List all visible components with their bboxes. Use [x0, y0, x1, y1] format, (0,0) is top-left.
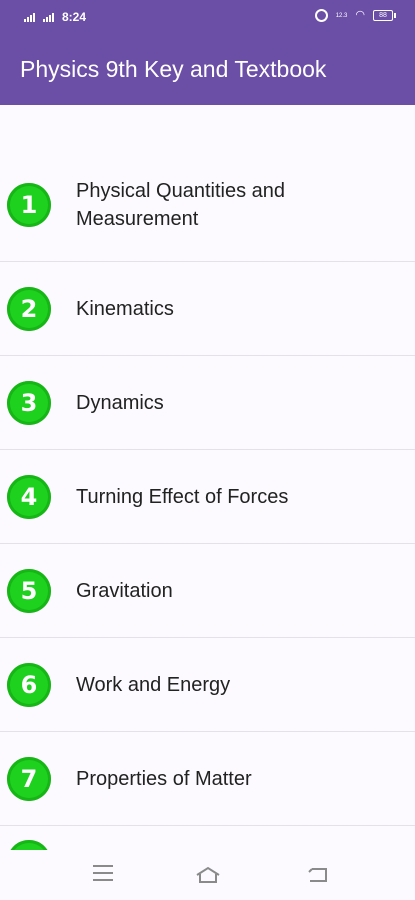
chapter-item-3[interactable]: 3 Dynamics: [0, 356, 415, 450]
menu-icon[interactable]: [93, 865, 117, 885]
system-nav-bar: [0, 850, 415, 900]
chapter-number-badge: 6: [7, 662, 51, 707]
chapter-number-badge: 1: [7, 182, 51, 227]
chapter-item-8[interactable]: 8: [0, 826, 415, 850]
signal-icon: [24, 12, 35, 22]
chapter-title: Properties of Matter: [76, 767, 252, 790]
chapter-item-7[interactable]: 7 Properties of Matter: [0, 732, 415, 826]
chapter-title: Kinematics: [76, 297, 174, 320]
home-icon[interactable]: [195, 865, 220, 885]
status-left: 8:24: [24, 10, 86, 24]
wifi-icon: ◠: [355, 9, 365, 21]
chapter-title: Gravitation: [76, 579, 173, 602]
status-right: 12.3 ◠ 88: [314, 9, 396, 22]
alarm-icon: [314, 9, 328, 22]
chapter-number-badge: 5: [7, 568, 51, 613]
signal-icon-2: [43, 12, 54, 22]
chapter-number-badge: 2: [7, 286, 51, 331]
back-icon[interactable]: [306, 865, 330, 885]
chapter-number-badge: 7: [7, 756, 51, 801]
network-speed: 12.3: [335, 12, 348, 19]
chapter-number-badge: 4: [7, 474, 51, 519]
page-title: Physics 9th Key and Textbook: [20, 56, 327, 82]
status-time: 8:24: [62, 10, 87, 24]
battery-icon: 88: [373, 10, 396, 21]
chapter-title: Turning Effect of Forces: [76, 485, 289, 508]
status-bar: 8:24 12.3 ◠ 88: [0, 0, 415, 35]
chapter-item-1[interactable]: 1 Physical Quantities and Measurement: [0, 148, 415, 262]
chapter-title: Physical Quantities and Measurement: [76, 179, 286, 230]
chapter-list[interactable]: 1 Physical Quantities and Measurement 2 …: [0, 148, 415, 850]
chapter-item-2[interactable]: 2 Kinematics: [0, 262, 415, 356]
chapter-number-badge: 8: [7, 840, 51, 850]
chapter-item-4[interactable]: 4 Turning Effect of Forces: [0, 450, 415, 544]
chapter-number-badge: 3: [7, 380, 51, 425]
app-bar: Physics 9th Key and Textbook: [0, 35, 415, 105]
chapter-title: Dynamics: [76, 391, 164, 414]
chapter-item-5[interactable]: 5 Gravitation: [0, 544, 415, 638]
chapter-item-6[interactable]: 6 Work and Energy: [0, 638, 415, 732]
chapter-title: Work and Energy: [76, 673, 231, 696]
